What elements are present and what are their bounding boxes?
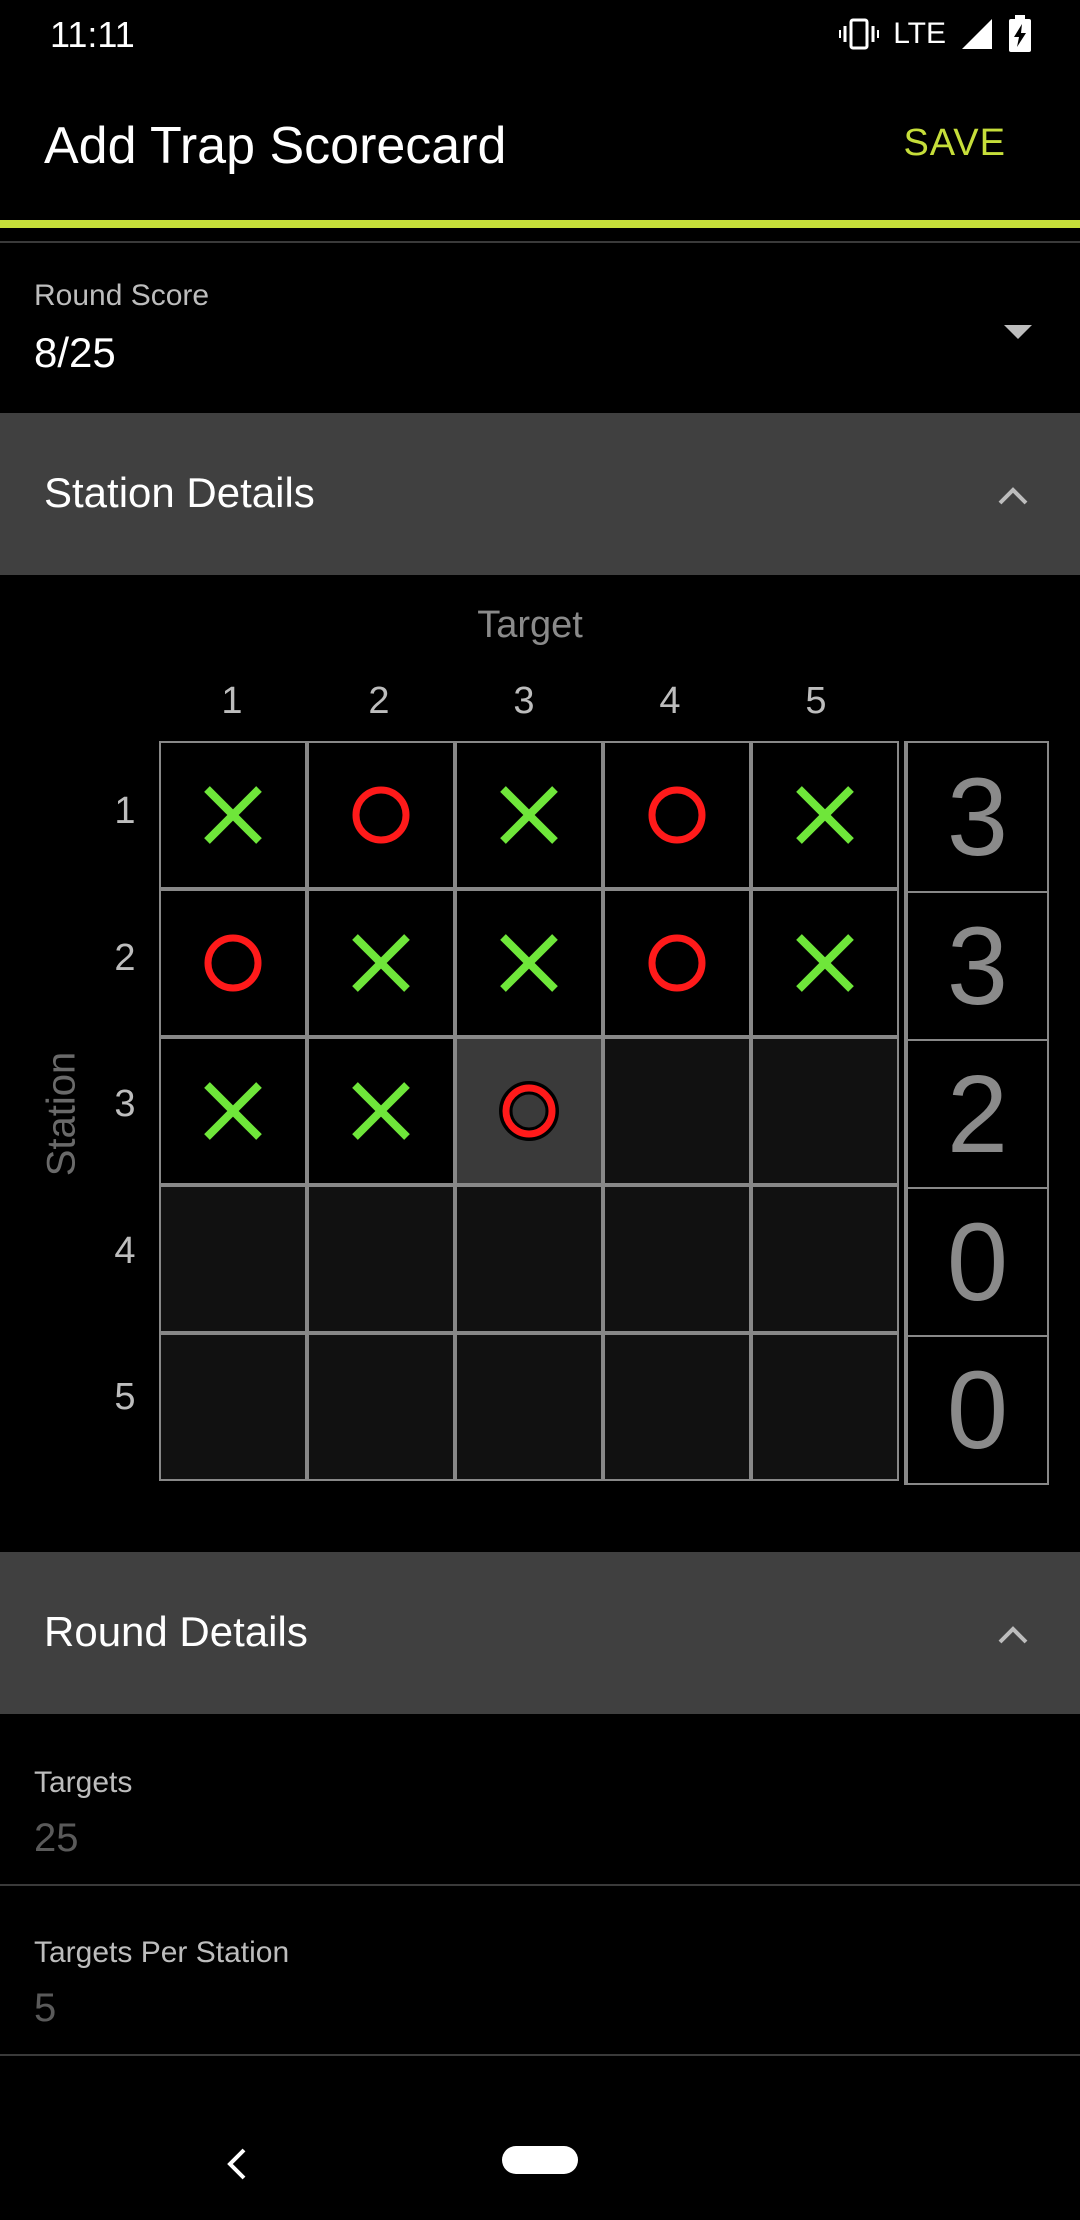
station-axis-label: Station xyxy=(39,1051,84,1177)
x-mark-icon xyxy=(500,786,558,844)
page-title: Add Trap Scorecard xyxy=(44,117,507,175)
circle-icon xyxy=(204,934,262,992)
score-cell-station-5-target-5[interactable] xyxy=(751,1333,899,1481)
score-cell-station-1-target-1[interactable] xyxy=(159,741,307,889)
station-total-4: 0 xyxy=(908,1187,1047,1335)
battery-charging-icon xyxy=(1009,15,1031,52)
home-button[interactable] xyxy=(502,2146,578,2174)
station-total-3: 2 xyxy=(908,1039,1047,1187)
score-cell-station-1-target-2[interactable] xyxy=(307,741,455,889)
score-cell-station-2-target-5[interactable] xyxy=(751,889,899,1037)
chevron-up-icon xyxy=(998,1626,1028,1644)
score-cell-station-3-target-2[interactable] xyxy=(307,1037,455,1185)
x-mark-icon xyxy=(796,934,854,992)
score-cell-station-2-target-4[interactable] xyxy=(603,889,751,1037)
save-button[interactable]: SAVE xyxy=(903,122,1006,165)
status-icons: LTE xyxy=(839,14,1032,54)
row-label-3: 3 xyxy=(114,1083,136,1125)
targets-label: Targets xyxy=(34,1766,133,1799)
round-score-label: Round Score xyxy=(34,279,210,312)
navigation-bar xyxy=(0,2100,1080,2220)
score-cell-station-1-target-5[interactable] xyxy=(751,741,899,889)
score-cell-station-1-target-3[interactable] xyxy=(455,741,603,889)
score-cell-station-5-target-2[interactable] xyxy=(307,1333,455,1481)
column-label-3: 3 xyxy=(513,680,535,722)
network-type: LTE xyxy=(893,17,946,50)
x-mark-icon xyxy=(796,786,854,844)
station-totals: 3 3 2 0 0 xyxy=(904,741,1049,1485)
station-total-5: 0 xyxy=(908,1335,1047,1483)
app-bar: Add Trap Scorecard SAVE xyxy=(0,66,1080,220)
score-cell-station-5-target-4[interactable] xyxy=(603,1333,751,1481)
score-grid xyxy=(159,741,903,1485)
targets-field[interactable]: Targets 25 xyxy=(0,1716,1080,1886)
score-cell-station-4-target-5[interactable] xyxy=(751,1185,899,1333)
score-cell-station-2-target-3[interactable] xyxy=(455,889,603,1037)
score-cell-station-5-target-1[interactable] xyxy=(159,1333,307,1481)
score-cell-station-3-target-5[interactable] xyxy=(751,1037,899,1185)
signal-icon xyxy=(962,19,992,49)
x-mark-icon xyxy=(352,1082,410,1140)
station-details-header[interactable]: Station Details xyxy=(0,413,1080,575)
targets-value: 25 xyxy=(34,1816,79,1860)
score-cell-station-4-target-3[interactable] xyxy=(455,1185,603,1333)
chevron-up-icon xyxy=(998,487,1028,505)
score-cell-station-3-target-1[interactable] xyxy=(159,1037,307,1185)
row-label-1: 1 xyxy=(114,790,136,832)
circle-icon xyxy=(648,934,706,992)
score-cell-station-5-target-3[interactable] xyxy=(455,1333,603,1481)
score-cell-station-4-target-1[interactable] xyxy=(159,1185,307,1333)
x-mark-icon xyxy=(204,786,262,844)
score-cell-station-2-target-1[interactable] xyxy=(159,889,307,1037)
round-details-header[interactable]: Round Details xyxy=(0,1552,1080,1714)
station-total-2: 3 xyxy=(908,891,1047,1039)
round-details-title: Round Details xyxy=(44,1608,308,1655)
score-cell-station-3-target-3[interactable] xyxy=(455,1037,603,1185)
x-mark-icon xyxy=(500,934,558,992)
status-time: 11:11 xyxy=(50,14,135,55)
column-label-4: 4 xyxy=(659,680,681,722)
row-label-4: 4 xyxy=(114,1230,136,1272)
target-axis-label: Target xyxy=(477,604,583,646)
round-score-dropdown[interactable]: Round Score 8/25 xyxy=(0,243,1080,413)
row-label-5: 5 xyxy=(114,1376,136,1418)
x-mark-icon xyxy=(204,1082,262,1140)
score-cell-station-1-target-4[interactable] xyxy=(603,741,751,889)
targets-per-station-label: Targets Per Station xyxy=(34,1936,290,1969)
dropdown-arrow-icon xyxy=(1004,325,1032,339)
score-cell-station-3-target-4[interactable] xyxy=(603,1037,751,1185)
round-score-value: 8/25 xyxy=(34,329,116,376)
circle-icon xyxy=(499,1081,559,1141)
station-details-title: Station Details xyxy=(44,469,315,516)
circle-icon xyxy=(648,786,706,844)
column-label-5: 5 xyxy=(805,680,827,722)
x-mark-icon xyxy=(352,934,410,992)
station-total-1: 3 xyxy=(946,755,1009,879)
row-label-2: 2 xyxy=(114,937,136,979)
back-icon[interactable] xyxy=(222,2144,252,2184)
score-cell-station-4-target-4[interactable] xyxy=(603,1185,751,1333)
column-label-1: 1 xyxy=(221,680,243,722)
score-cell-station-2-target-2[interactable] xyxy=(307,889,455,1037)
targets-per-station-field[interactable]: Targets Per Station 5 xyxy=(0,1886,1080,2056)
status-bar: 11:11 LTE xyxy=(0,0,1080,66)
targets-per-station-value: 5 xyxy=(34,1986,57,2030)
vibrate-icon xyxy=(839,18,880,50)
column-label-2: 2 xyxy=(368,680,390,722)
accent-divider xyxy=(0,220,1080,228)
score-cell-station-4-target-2[interactable] xyxy=(307,1185,455,1333)
circle-icon xyxy=(352,786,410,844)
